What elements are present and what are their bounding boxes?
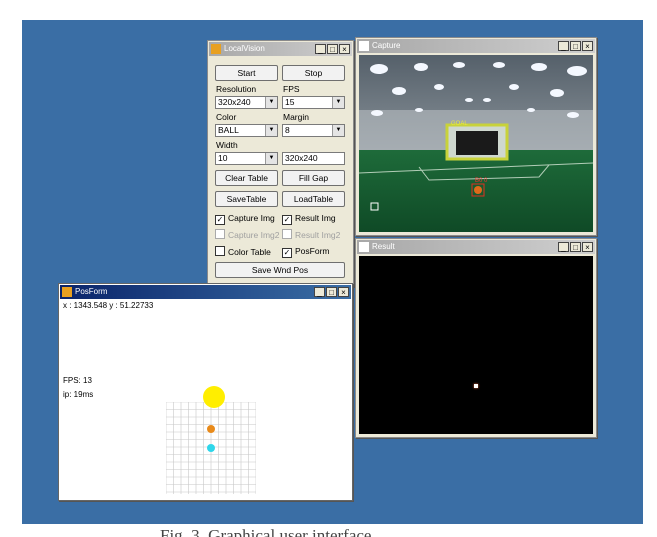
clear-table-button[interactable]: Clear Table [215, 170, 278, 186]
capture-window: Capture _ □ × GOAL B0 0 [355, 37, 597, 236]
window-title: Result [372, 242, 395, 251]
result-img2-checkbox: Result Img2 [282, 229, 340, 241]
window-title: Capture [372, 41, 401, 50]
chevron-down-icon[interactable]: ▼ [332, 97, 344, 108]
checkbox-empty-icon [215, 229, 225, 239]
result-img-checkbox[interactable]: ✓ Result Img [282, 213, 336, 225]
capture-img2-label: Capture Img2 [228, 230, 280, 240]
result-window: Result _ □ × [355, 238, 597, 438]
close-icon[interactable]: × [582, 41, 593, 51]
chevron-down-icon[interactable]: ▼ [265, 97, 277, 108]
goal-tag: GOAL [451, 121, 468, 127]
app-icon [62, 287, 72, 297]
color-table-label: Color Table [228, 247, 271, 257]
minimize-icon[interactable]: _ [314, 287, 325, 297]
chevron-down-icon[interactable]: ▼ [265, 125, 277, 136]
minimize-icon[interactable]: _ [558, 41, 569, 51]
localvision-titlebar[interactable]: LocalVision _ □ × [209, 42, 352, 56]
check-icon[interactable]: ✓ [215, 215, 225, 225]
ball-marker-cyan [207, 444, 215, 452]
fps-readout: FPS: 13 [63, 376, 92, 385]
save-table-button[interactable]: SaveTable [215, 191, 278, 207]
coords-readout: x : 1343.548 y : 51.22733 [63, 301, 154, 310]
check-icon[interactable]: ✓ [282, 215, 292, 225]
detected-blob [474, 384, 478, 388]
resolution-select[interactable]: 320x240 ▼ [215, 96, 278, 109]
resolution-label: Resolution [216, 84, 257, 94]
color-value: BALL [218, 125, 239, 135]
figure-caption: Fig. 3. Graphical user interface [160, 526, 372, 537]
resolution-value: 320x240 [218, 97, 251, 107]
fill-gap-button[interactable]: Fill Gap [282, 170, 345, 186]
margin-value: 8 [285, 125, 290, 135]
stop-button[interactable]: Stop [282, 65, 345, 81]
color-label: Color [216, 112, 237, 122]
app-icon [359, 242, 369, 252]
load-table-button[interactable]: LoadTable [282, 191, 345, 207]
chevron-down-icon[interactable]: ▼ [332, 125, 344, 136]
posform-titlebar[interactable]: PosForm _ □ × [60, 285, 351, 299]
maximize-icon[interactable]: □ [570, 41, 581, 51]
app-icon [211, 44, 221, 54]
result-titlebar[interactable]: Result _ □ × [357, 240, 595, 254]
result-img2-label: Result Img2 [295, 230, 341, 240]
fps-select[interactable]: 15 ▼ [282, 96, 345, 109]
capture-img-checkbox[interactable]: ✓ Capture Img [215, 213, 275, 225]
close-icon[interactable]: × [338, 287, 349, 297]
ball-tag: B0 0 [475, 178, 488, 184]
minimize-icon[interactable]: _ [558, 242, 569, 252]
save-wnd-pos-button[interactable]: Save Wnd Pos [215, 262, 345, 278]
fps-value: 15 [285, 97, 295, 107]
margin-label: Margin [283, 112, 309, 122]
posform-checkbox[interactable]: ✓ PosForm [282, 246, 329, 258]
width-value: 10 [218, 153, 228, 163]
camera-image: GOAL B0 0 [359, 55, 593, 232]
width-label: Width [216, 140, 238, 150]
size-field[interactable]: 320x240 [282, 152, 345, 165]
localvision-window: LocalVision _ □ × Start Stop Resolution … [207, 40, 354, 287]
checkbox-empty-icon[interactable] [215, 246, 225, 256]
close-icon[interactable]: × [339, 44, 350, 54]
maximize-icon[interactable]: □ [570, 242, 581, 252]
ball-marker-orange [207, 425, 215, 433]
checkbox-empty-icon [282, 229, 292, 239]
ball-marker-yellow [203, 386, 225, 408]
chevron-down-icon[interactable]: ▼ [265, 153, 277, 164]
result-view [359, 256, 593, 434]
capture-titlebar[interactable]: Capture _ □ × [357, 39, 595, 53]
window-title: LocalVision [224, 44, 265, 53]
ip-readout: ip: 19ms [63, 390, 94, 399]
result-img-label: Result Img [295, 213, 336, 223]
start-button[interactable]: Start [215, 65, 278, 81]
app-icon [359, 41, 369, 51]
camera-view: GOAL B0 0 [359, 55, 593, 232]
goal [445, 123, 509, 161]
maximize-icon[interactable]: □ [327, 44, 338, 54]
color-select[interactable]: BALL ▼ [215, 124, 278, 137]
posform-label: PosForm [295, 246, 330, 256]
capture-img-label: Capture Img [228, 213, 275, 223]
posform-window: PosForm _ □ × x : 1343.548 y : 51.22733 … [58, 283, 353, 501]
color-table-checkbox[interactable]: Color Table [215, 246, 271, 258]
ball [474, 186, 482, 194]
maximize-icon[interactable]: □ [326, 287, 337, 297]
width-select[interactable]: 10 ▼ [215, 152, 278, 165]
check-icon[interactable]: ✓ [282, 248, 292, 258]
minimize-icon[interactable]: _ [315, 44, 326, 54]
margin-select[interactable]: 8 ▼ [282, 124, 345, 137]
close-icon[interactable]: × [582, 242, 593, 252]
fps-label: FPS [283, 84, 300, 94]
window-title: PosForm [75, 287, 108, 296]
capture-img2-checkbox: Capture Img2 [215, 229, 280, 241]
